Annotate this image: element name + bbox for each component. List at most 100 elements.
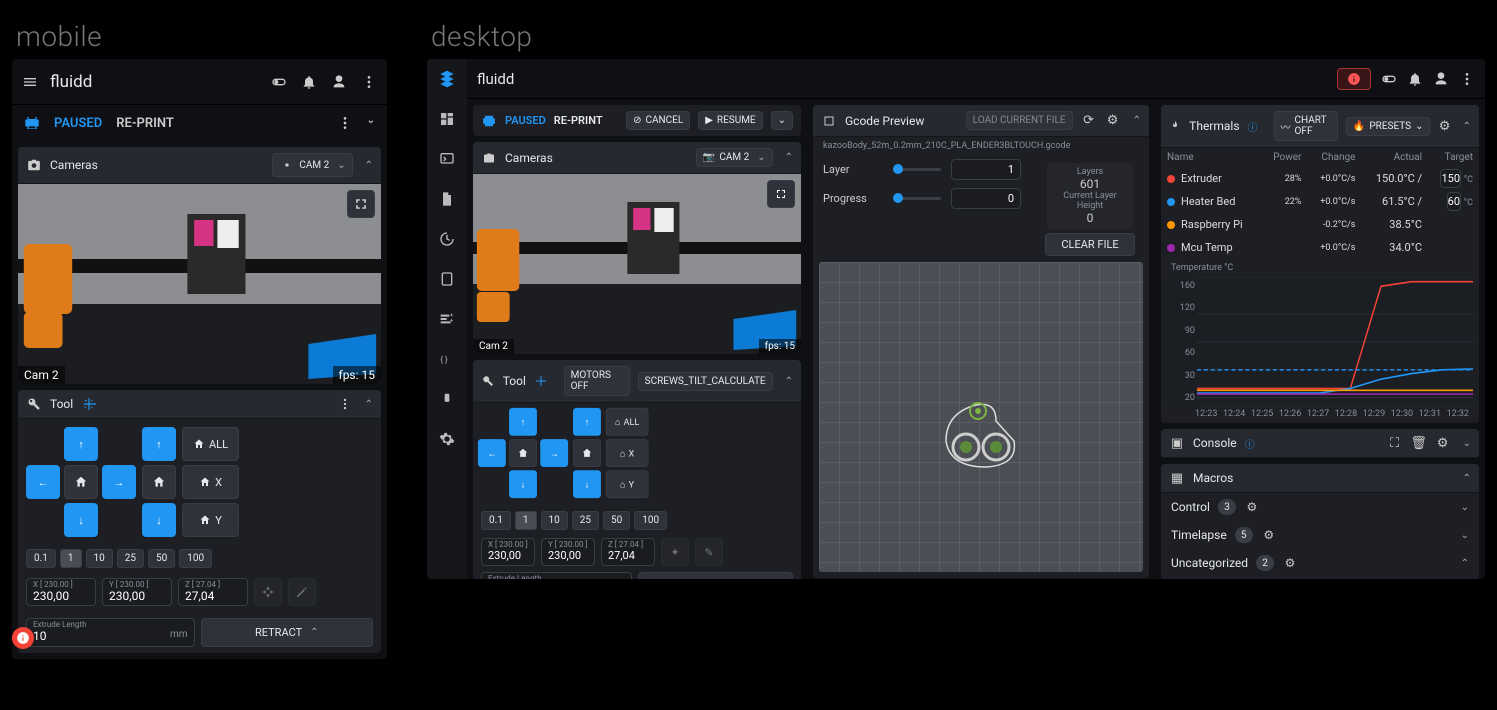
console-collapse[interactable]: ⌄ xyxy=(1463,438,1471,449)
retract-btn[interactable]: RETRACT ⌃ xyxy=(201,618,374,646)
gear-icon[interactable]: ⚙ xyxy=(1244,499,1260,515)
distance-50[interactable]: 50 xyxy=(603,511,630,530)
clear-file-btn[interactable]: CLEAR FILE xyxy=(1045,233,1135,256)
home-x-btn[interactable]: X xyxy=(182,465,239,499)
d-x-field[interactable]: X [ 230.00 ]230,00 xyxy=(481,538,535,566)
distance-100[interactable]: 100 xyxy=(179,549,212,568)
nav-files-icon[interactable] xyxy=(435,187,459,211)
top-bell-icon[interactable] xyxy=(1407,71,1423,87)
menu-icon[interactable] xyxy=(22,74,38,90)
z-pos-field[interactable]: Z [ 27.04 ]27,04 xyxy=(178,578,248,606)
distance-25[interactable]: 25 xyxy=(572,511,599,530)
motors-off-btn[interactable]: MOTORS OFF xyxy=(564,366,630,396)
distance-10[interactable]: 10 xyxy=(541,511,568,530)
d-z-field[interactable]: Z [ 27.04 ]27,04 xyxy=(601,538,655,566)
user-icon[interactable] xyxy=(331,74,347,90)
camera-collapse-d[interactable]: ⌃ xyxy=(785,152,793,163)
resume-btn[interactable]: ▶ RESUME xyxy=(698,111,762,130)
d-retract-btn[interactable]: RETRACT ⌃ xyxy=(638,572,793,579)
d-jog-ym[interactable]: ↓ xyxy=(509,470,537,498)
d-home-all[interactable]: ⌂ ALL xyxy=(606,408,648,436)
distance-25[interactable]: 25 xyxy=(117,549,144,568)
distance-0.1[interactable]: 0.1 xyxy=(26,549,56,568)
jog-y-minus[interactable]: ↓ xyxy=(64,503,98,537)
gcode-refresh-icon[interactable]: ⟳ xyxy=(1081,113,1097,129)
chart-off-btn[interactable]: 〰 CHART OFF xyxy=(1274,111,1338,141)
target-input[interactable]: 150 xyxy=(1440,169,1461,188)
gcode-preview[interactable] xyxy=(819,262,1143,572)
distance-0.1[interactable]: 0.1 xyxy=(481,511,511,530)
x-pos-field[interactable]: X [ 230.00 ]230,00 xyxy=(26,578,96,606)
alert-badge[interactable] xyxy=(1337,68,1371,90)
jog-x-plus[interactable]: → xyxy=(102,465,136,499)
logo-icon[interactable] xyxy=(435,67,459,91)
home-z[interactable] xyxy=(142,465,176,499)
jog-y-plus[interactable]: ↑ xyxy=(64,427,98,461)
nav-settings-icon[interactable] xyxy=(435,427,459,451)
fullscreen-icon-d[interactable] xyxy=(767,180,795,208)
console-trash-icon[interactable]: 🗑 xyxy=(1411,435,1427,451)
d-home-xy[interactable] xyxy=(509,439,537,467)
nav-system-icon[interactable] xyxy=(435,387,459,411)
presets-btn[interactable]: 🔥 PRESETS ⌄ xyxy=(1346,117,1431,136)
status-more-btn[interactable]: ⌄ xyxy=(771,111,793,130)
distance-1[interactable]: 1 xyxy=(515,511,537,530)
target-input[interactable]: 60 xyxy=(1447,192,1461,211)
console-gear-icon[interactable]: ⚙ xyxy=(1435,435,1451,451)
progress-slider[interactable]: Progress 0 xyxy=(813,184,1031,213)
d-jog-xm[interactable]: ← xyxy=(478,439,506,467)
gear-icon[interactable]: ⚙ xyxy=(1261,527,1277,543)
d-home-y[interactable]: ⌂ Y xyxy=(606,470,648,498)
nav-dashboard-icon[interactable] xyxy=(435,107,459,131)
kebab-icon[interactable] xyxy=(361,74,377,90)
d-ext-len[interactable]: Extrude Lengthmm10 xyxy=(481,572,632,579)
gear-icon[interactable]: ⚙ xyxy=(1282,555,1298,571)
d-y-field[interactable]: Y [ 230.00 ]230,00 xyxy=(541,538,595,566)
d-jog-yp[interactable]: ↑ xyxy=(509,408,537,436)
home-y-btn[interactable]: Y xyxy=(182,503,239,537)
nav-history-icon[interactable] xyxy=(435,227,459,251)
nav-console-icon[interactable] xyxy=(435,147,459,171)
home-all-btn[interactable]: ALL xyxy=(182,427,239,461)
reprint-btn[interactable]: RE-PRINT xyxy=(116,116,174,131)
reprint-btn-d[interactable]: RE-PRINT xyxy=(554,114,603,127)
macros-collapse[interactable]: ⌃ xyxy=(1463,473,1471,484)
status-kebab-icon[interactable] xyxy=(337,115,353,131)
thermals-collapse[interactable]: ⌃ xyxy=(1463,121,1471,132)
console-expand-icon[interactable]: ⛶ xyxy=(1387,435,1403,451)
y-pos-field[interactable]: Y [ 230.00 ]230,00 xyxy=(102,578,172,606)
d-jog-xp[interactable]: → xyxy=(540,439,568,467)
nav-jobs-icon[interactable] xyxy=(435,267,459,291)
load-file-btn[interactable]: LOAD CURRENT FILE xyxy=(966,111,1073,130)
macro-group-control[interactable]: Control3 ⚙ ⌄ xyxy=(1161,493,1479,521)
cancel-btn[interactable]: ⊘ CANCEL xyxy=(626,111,690,130)
tool-collapse-icon[interactable]: ⌃ xyxy=(365,399,373,410)
top-user-icon[interactable] xyxy=(1433,71,1449,87)
thermals-gear-icon[interactable]: ⚙ xyxy=(1438,118,1450,134)
snowflake-icon-d[interactable] xyxy=(534,373,548,389)
distance-100[interactable]: 100 xyxy=(634,511,667,530)
bell-icon[interactable] xyxy=(301,74,317,90)
d-jog-zp[interactable]: ↑ xyxy=(573,408,601,436)
console-info-icon[interactable]: ⓘ xyxy=(1245,436,1255,451)
distance-50[interactable]: 50 xyxy=(148,549,175,568)
d-home-x[interactable]: ⌂ X xyxy=(606,439,648,467)
screws-tilt-btn[interactable]: SCREWS_TILT_CALCULATE xyxy=(638,372,773,391)
toggle-icon[interactable] xyxy=(271,74,287,90)
jog-x-minus[interactable]: ← xyxy=(26,465,60,499)
status-expand-icon[interactable]: ⌄ xyxy=(367,115,375,131)
tool-kebab-icon[interactable] xyxy=(337,396,353,412)
jog-z-plus[interactable]: ↑ xyxy=(142,427,176,461)
distance-10[interactable]: 10 xyxy=(86,549,113,568)
extrude-length-field[interactable]: Extrude Lengthmm10 xyxy=(26,618,195,646)
d-home-z[interactable] xyxy=(573,439,601,467)
tool-collapse-d[interactable]: ⌃ xyxy=(785,376,793,387)
alert-icon[interactable] xyxy=(18,627,34,649)
home-xy[interactable] xyxy=(64,465,98,499)
fullscreen-icon[interactable] xyxy=(347,190,375,218)
top-toggle-icon[interactable] xyxy=(1381,71,1397,87)
nav-tune-icon[interactable] xyxy=(435,307,459,331)
gcode-collapse[interactable]: ⌃ xyxy=(1133,115,1141,126)
gcode-gear-icon[interactable]: ⚙ xyxy=(1105,113,1121,129)
top-kebab-icon[interactable] xyxy=(1459,71,1475,87)
